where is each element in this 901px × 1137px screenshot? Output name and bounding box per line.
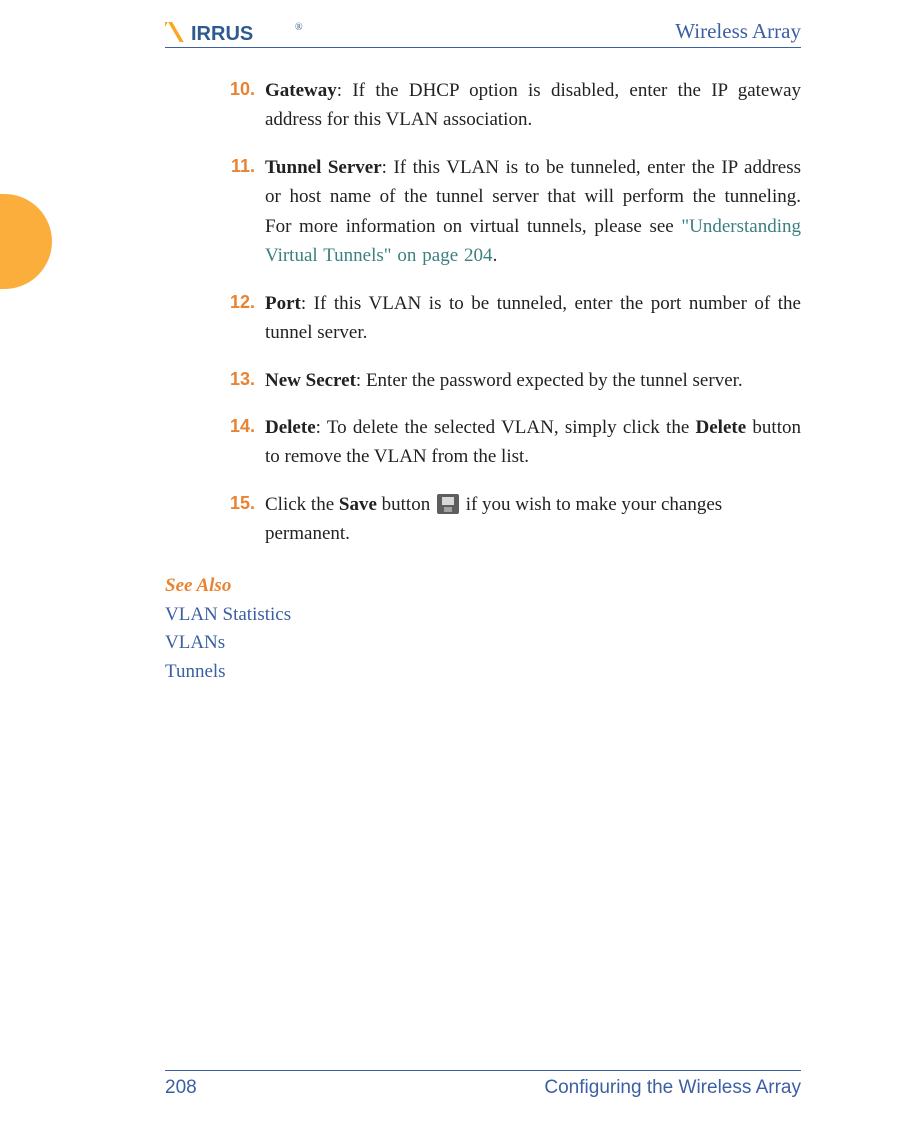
item-title: Tunnel Server [265, 157, 382, 178]
svg-text:®: ® [295, 22, 303, 33]
list-item-11: 11. Tunnel Server: If this VLAN is to be… [223, 153, 801, 271]
item-body: Click the Save button if you wish to mak… [265, 490, 801, 549]
page-number: 208 [165, 1077, 197, 1099]
item-text-before: Click the [265, 494, 339, 515]
footer: 208 Configuring the Wireless Array [165, 1070, 801, 1099]
content: 10. Gateway: If the DHCP option is disab… [165, 76, 801, 686]
item-title: Gateway [265, 80, 337, 101]
save-icon [437, 494, 459, 514]
item-body: Tunnel Server: If this VLAN is to be tun… [265, 153, 801, 271]
list-item-13: 13. New Secret: Enter the password expec… [223, 366, 801, 395]
list-item-12: 12. Port: If this VLAN is to be tunneled… [223, 289, 801, 348]
doc-title: Wireless Array [675, 19, 801, 44]
item-number: 10. [223, 76, 255, 135]
header: IRRUS ® Wireless Array [165, 18, 801, 48]
item-text-before: : To delete the selected VLAN, simply cl… [316, 417, 696, 438]
page: IRRUS ® Wireless Array 10. Gateway: If t… [0, 0, 901, 1137]
item-text-middle: button [377, 494, 435, 515]
list-item-14: 14. Delete: To delete the selected VLAN,… [223, 413, 801, 472]
item-body: Gateway: If the DHCP option is disabled,… [265, 76, 801, 135]
item-title: Port [265, 293, 301, 314]
link-vlan-statistics[interactable]: VLAN Statistics [165, 601, 801, 630]
item-text-after: . [493, 245, 498, 266]
item-title: Delete [265, 417, 316, 438]
bold-save: Save [339, 494, 377, 515]
item-number: 14. [223, 413, 255, 472]
item-body: Delete: To delete the selected VLAN, sim… [265, 413, 801, 472]
item-number: 15. [223, 490, 255, 549]
item-title: New Secret [265, 370, 356, 391]
item-text: : If the DHCP option is disabled, enter … [265, 80, 801, 130]
item-text: : If this VLAN is to be tunneled, enter … [265, 293, 801, 343]
bold-delete: Delete [696, 417, 747, 438]
item-number: 13. [223, 366, 255, 395]
logo: IRRUS ® [165, 18, 305, 45]
item-text: : Enter the password expected by the tun… [356, 370, 743, 391]
see-also-heading: See Also [165, 575, 801, 597]
svg-text:IRRUS: IRRUS [191, 23, 253, 44]
item-number: 12. [223, 289, 255, 348]
list-item-10: 10. Gateway: If the DHCP option is disab… [223, 76, 801, 135]
footer-section: Configuring the Wireless Array [544, 1077, 801, 1099]
see-also: See Also VLAN Statistics VLANs Tunnels [165, 575, 801, 687]
item-number: 11. [223, 153, 255, 271]
list-item-15: 15. Click the Save button if you wish to… [223, 490, 801, 549]
link-tunnels[interactable]: Tunnels [165, 658, 801, 687]
link-vlans[interactable]: VLANs [165, 629, 801, 658]
item-body: New Secret: Enter the password expected … [265, 366, 801, 395]
item-body: Port: If this VLAN is to be tunneled, en… [265, 289, 801, 348]
